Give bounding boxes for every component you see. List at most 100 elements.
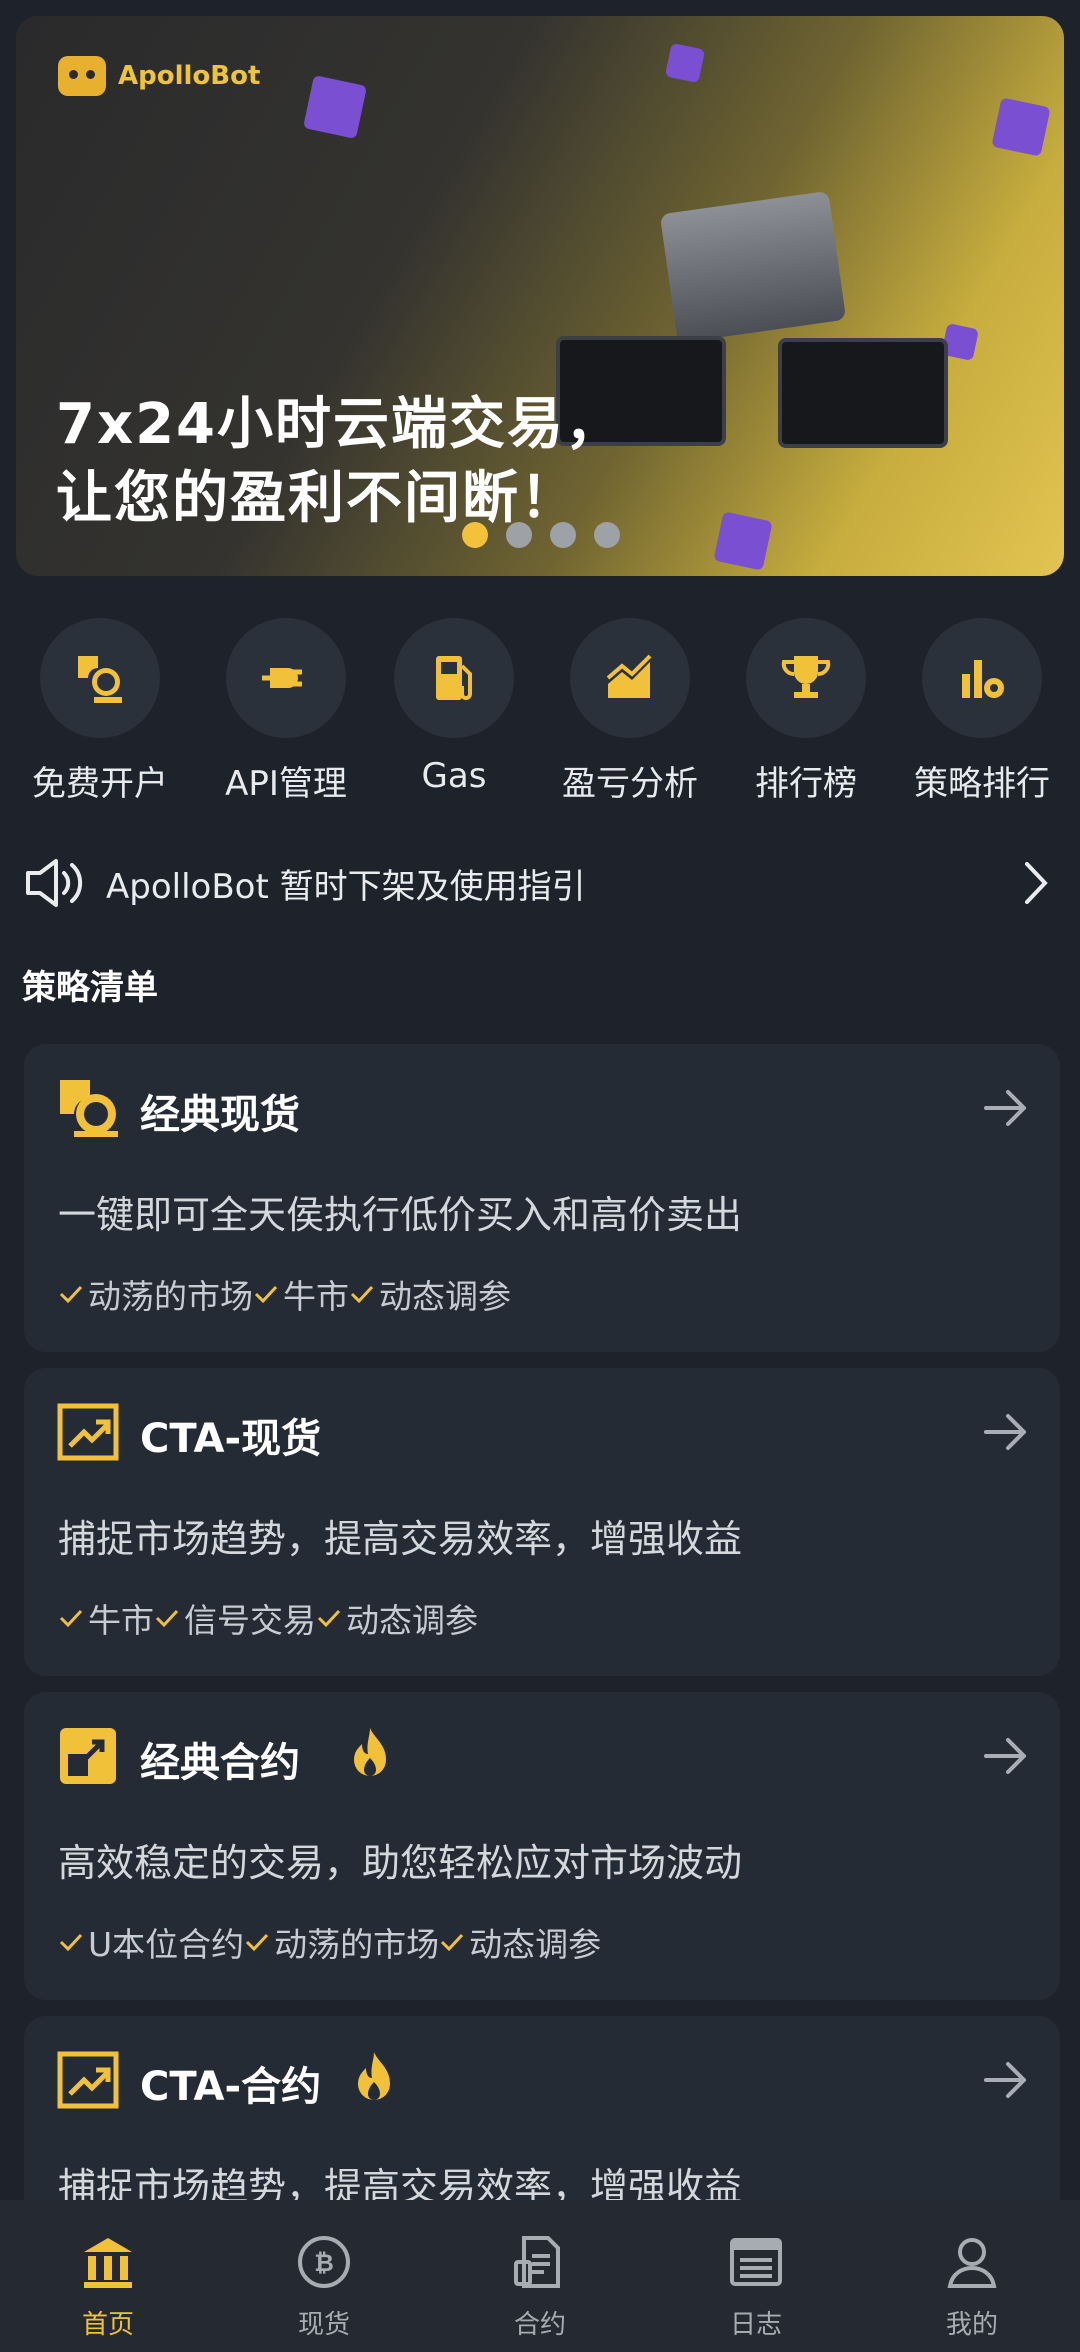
tab-label: 合约 (513, 2310, 566, 2340)
strategy-description: 捕捉市场趋势，提高交易效率，增强收益 (58, 1517, 743, 1561)
quick-entry-label: 免费开户 (32, 764, 168, 804)
exchange-coin-icon (40, 618, 160, 738)
brand-name: ApolloBot (118, 61, 261, 91)
decor-cube (664, 42, 706, 84)
spot-coin-icon (60, 1080, 118, 1137)
strategy-description: 高效稳定的交易，助您轻松应对市场波动 (58, 1841, 743, 1885)
headline-line-1: 7x24小时云端交易， (56, 392, 624, 457)
check-icon (155, 1609, 179, 1628)
tab-mine[interactable]: 我的 (902, 2232, 1042, 2341)
strategy-tags: 牛市 信号交易 动态调参 (58, 1594, 478, 1642)
carousel-dot[interactable] (550, 522, 576, 548)
strategy-card-contract[interactable]: 经典合约 高效稳定的交易，助您轻松应对市场波动 U本位合约 动荡的市场 动态调参 (24, 1692, 1060, 2000)
strategy-tag: 牛市 (58, 1594, 154, 1642)
contract-icon (60, 1728, 116, 1784)
robot-logo-icon (58, 56, 106, 96)
carousel-indicator (462, 522, 620, 548)
decor-cube (302, 74, 368, 140)
carousel-dot[interactable] (594, 522, 620, 548)
trophy-icon (746, 618, 866, 738)
fuel-pump-icon (394, 618, 514, 738)
strategy-tag: 动态调参 (349, 1270, 511, 1318)
strategy-description: 一键即可全天侯执行低价买入和高价卖出 (58, 1193, 743, 1237)
check-icon (350, 1285, 374, 1304)
strategy-tags: 动荡的市场 牛市 动态调参 (58, 1270, 511, 1318)
speaker-icon (26, 859, 83, 907)
tab-label: 现货 (297, 2310, 350, 2340)
strategy-tag: U本位合约 (58, 1918, 244, 1966)
tab-contract[interactable]: 合约 (470, 2232, 610, 2341)
quick-entry-label: 策略排行 (914, 764, 1050, 804)
trend-up-icon (57, 1403, 119, 1461)
check-icon (59, 1609, 83, 1628)
tab-label: 日志 (729, 2310, 782, 2340)
quick-entry-label: 排行榜 (755, 764, 857, 804)
app-screen: ApolloBot 7x24小时云端交易， 让您的盈利不间断！ 免费开户 API… (0, 0, 1080, 2352)
arrow-right-icon[interactable] (982, 2060, 1030, 2100)
strategy-title: CTA-合约 (140, 2064, 322, 2110)
quick-entry-strategy-rank[interactable]: 策略排行 (892, 618, 1072, 805)
section-title: 策略清单 (22, 968, 158, 1008)
strategy-tag: 动态调参 (439, 1918, 601, 1966)
fire-hot-icon (358, 2052, 390, 2100)
check-icon (59, 1933, 83, 1952)
arrow-right-icon[interactable] (982, 1736, 1030, 1776)
strategy-tags: U本位合约 动荡的市场 动态调参 (58, 1918, 601, 1966)
tab-log[interactable]: 日志 (686, 2232, 826, 2341)
decor-cube (713, 511, 773, 571)
trend-up-icon (57, 2051, 119, 2109)
quick-entry-free-account[interactable]: 免费开户 (10, 618, 190, 805)
quick-entry-gas[interactable]: Gas (364, 618, 544, 796)
tab-label: 首页 (81, 2310, 134, 2340)
strategy-tag: 动荡的市场 (58, 1270, 253, 1318)
quick-entry-label: API管理 (225, 764, 347, 804)
carousel-dot[interactable] (462, 522, 488, 548)
notice-text: ApolloBot 暂时下架及使用指引 (106, 866, 586, 907)
check-icon (246, 1933, 269, 1952)
quick-entry-pnl[interactable]: 盈亏分析 (540, 618, 720, 805)
strategy-tag: 动荡的市场 (244, 1918, 439, 1966)
notice-bar[interactable]: ApolloBot 暂时下架及使用指引 (24, 850, 1056, 916)
strategy-tag: 动态调参 (316, 1594, 478, 1642)
trend-chart-icon (570, 618, 690, 738)
quick-entry-leaderboard[interactable]: 排行榜 (716, 618, 896, 805)
brand-logo: ApolloBot (58, 56, 260, 96)
user-icon (947, 2238, 997, 2288)
decor-laptop (778, 338, 948, 448)
tab-spot[interactable]: ₿ 现货 (254, 2232, 394, 2341)
strategy-card-spot[interactable]: 经典现货 一键即可全天侯执行低价买入和高价卖出 动荡的市场 牛市 动态调参 (24, 1044, 1060, 1352)
arrow-right-icon[interactable] (982, 1412, 1030, 1452)
decor-server (659, 190, 847, 344)
svg-text:₿: ₿ (314, 2249, 334, 2277)
check-icon (441, 1933, 464, 1952)
strategy-card-cta-spot[interactable]: CTA-现货 捕捉市场趋势，提高交易效率，增强收益 牛市 信号交易 动态调参 (24, 1368, 1060, 1676)
strategy-tag: 信号交易 (154, 1594, 316, 1642)
quick-entry-label: 盈亏分析 (562, 764, 698, 804)
fire-hot-icon (354, 1728, 386, 1776)
check-icon (59, 1285, 83, 1304)
strategy-title: CTA-现货 (140, 1416, 322, 1462)
strategy-tag: 牛市 (253, 1270, 349, 1318)
promo-banner[interactable]: ApolloBot 7x24小时云端交易， 让您的盈利不间断！ (16, 16, 1064, 576)
check-icon (317, 1609, 341, 1628)
coin-icon: ₿ (298, 2236, 350, 2288)
quick-entry-grid: 免费开户 API管理 Gas 盈亏分析 排行榜 策略排行 (0, 618, 1080, 818)
decor-cube (991, 97, 1051, 157)
plug-icon (226, 618, 346, 738)
tab-home[interactable]: 首页 (38, 2232, 178, 2341)
strategy-title: 经典合约 (140, 1740, 300, 1786)
banner-headline: 7x24小时云端交易， 让您的盈利不间断！ (56, 388, 623, 536)
carousel-dot[interactable] (506, 522, 532, 548)
contract-doc-icon (514, 2236, 560, 2288)
tab-label: 我的 (945, 2310, 998, 2340)
home-icon (84, 2238, 132, 2288)
chevron-right-icon (1016, 857, 1056, 909)
quick-entry-api[interactable]: API管理 (196, 618, 376, 805)
check-icon (254, 1285, 278, 1304)
bar-chart-gear-icon (922, 618, 1042, 738)
bottom-tab-bar: 首页 ₿ 现货 合约 日志 我的 (0, 2200, 1080, 2352)
quick-entry-label: Gas (421, 756, 487, 796)
log-icon (730, 2238, 782, 2286)
arrow-right-icon[interactable] (982, 1088, 1030, 1128)
strategy-title: 经典现货 (140, 1092, 300, 1138)
